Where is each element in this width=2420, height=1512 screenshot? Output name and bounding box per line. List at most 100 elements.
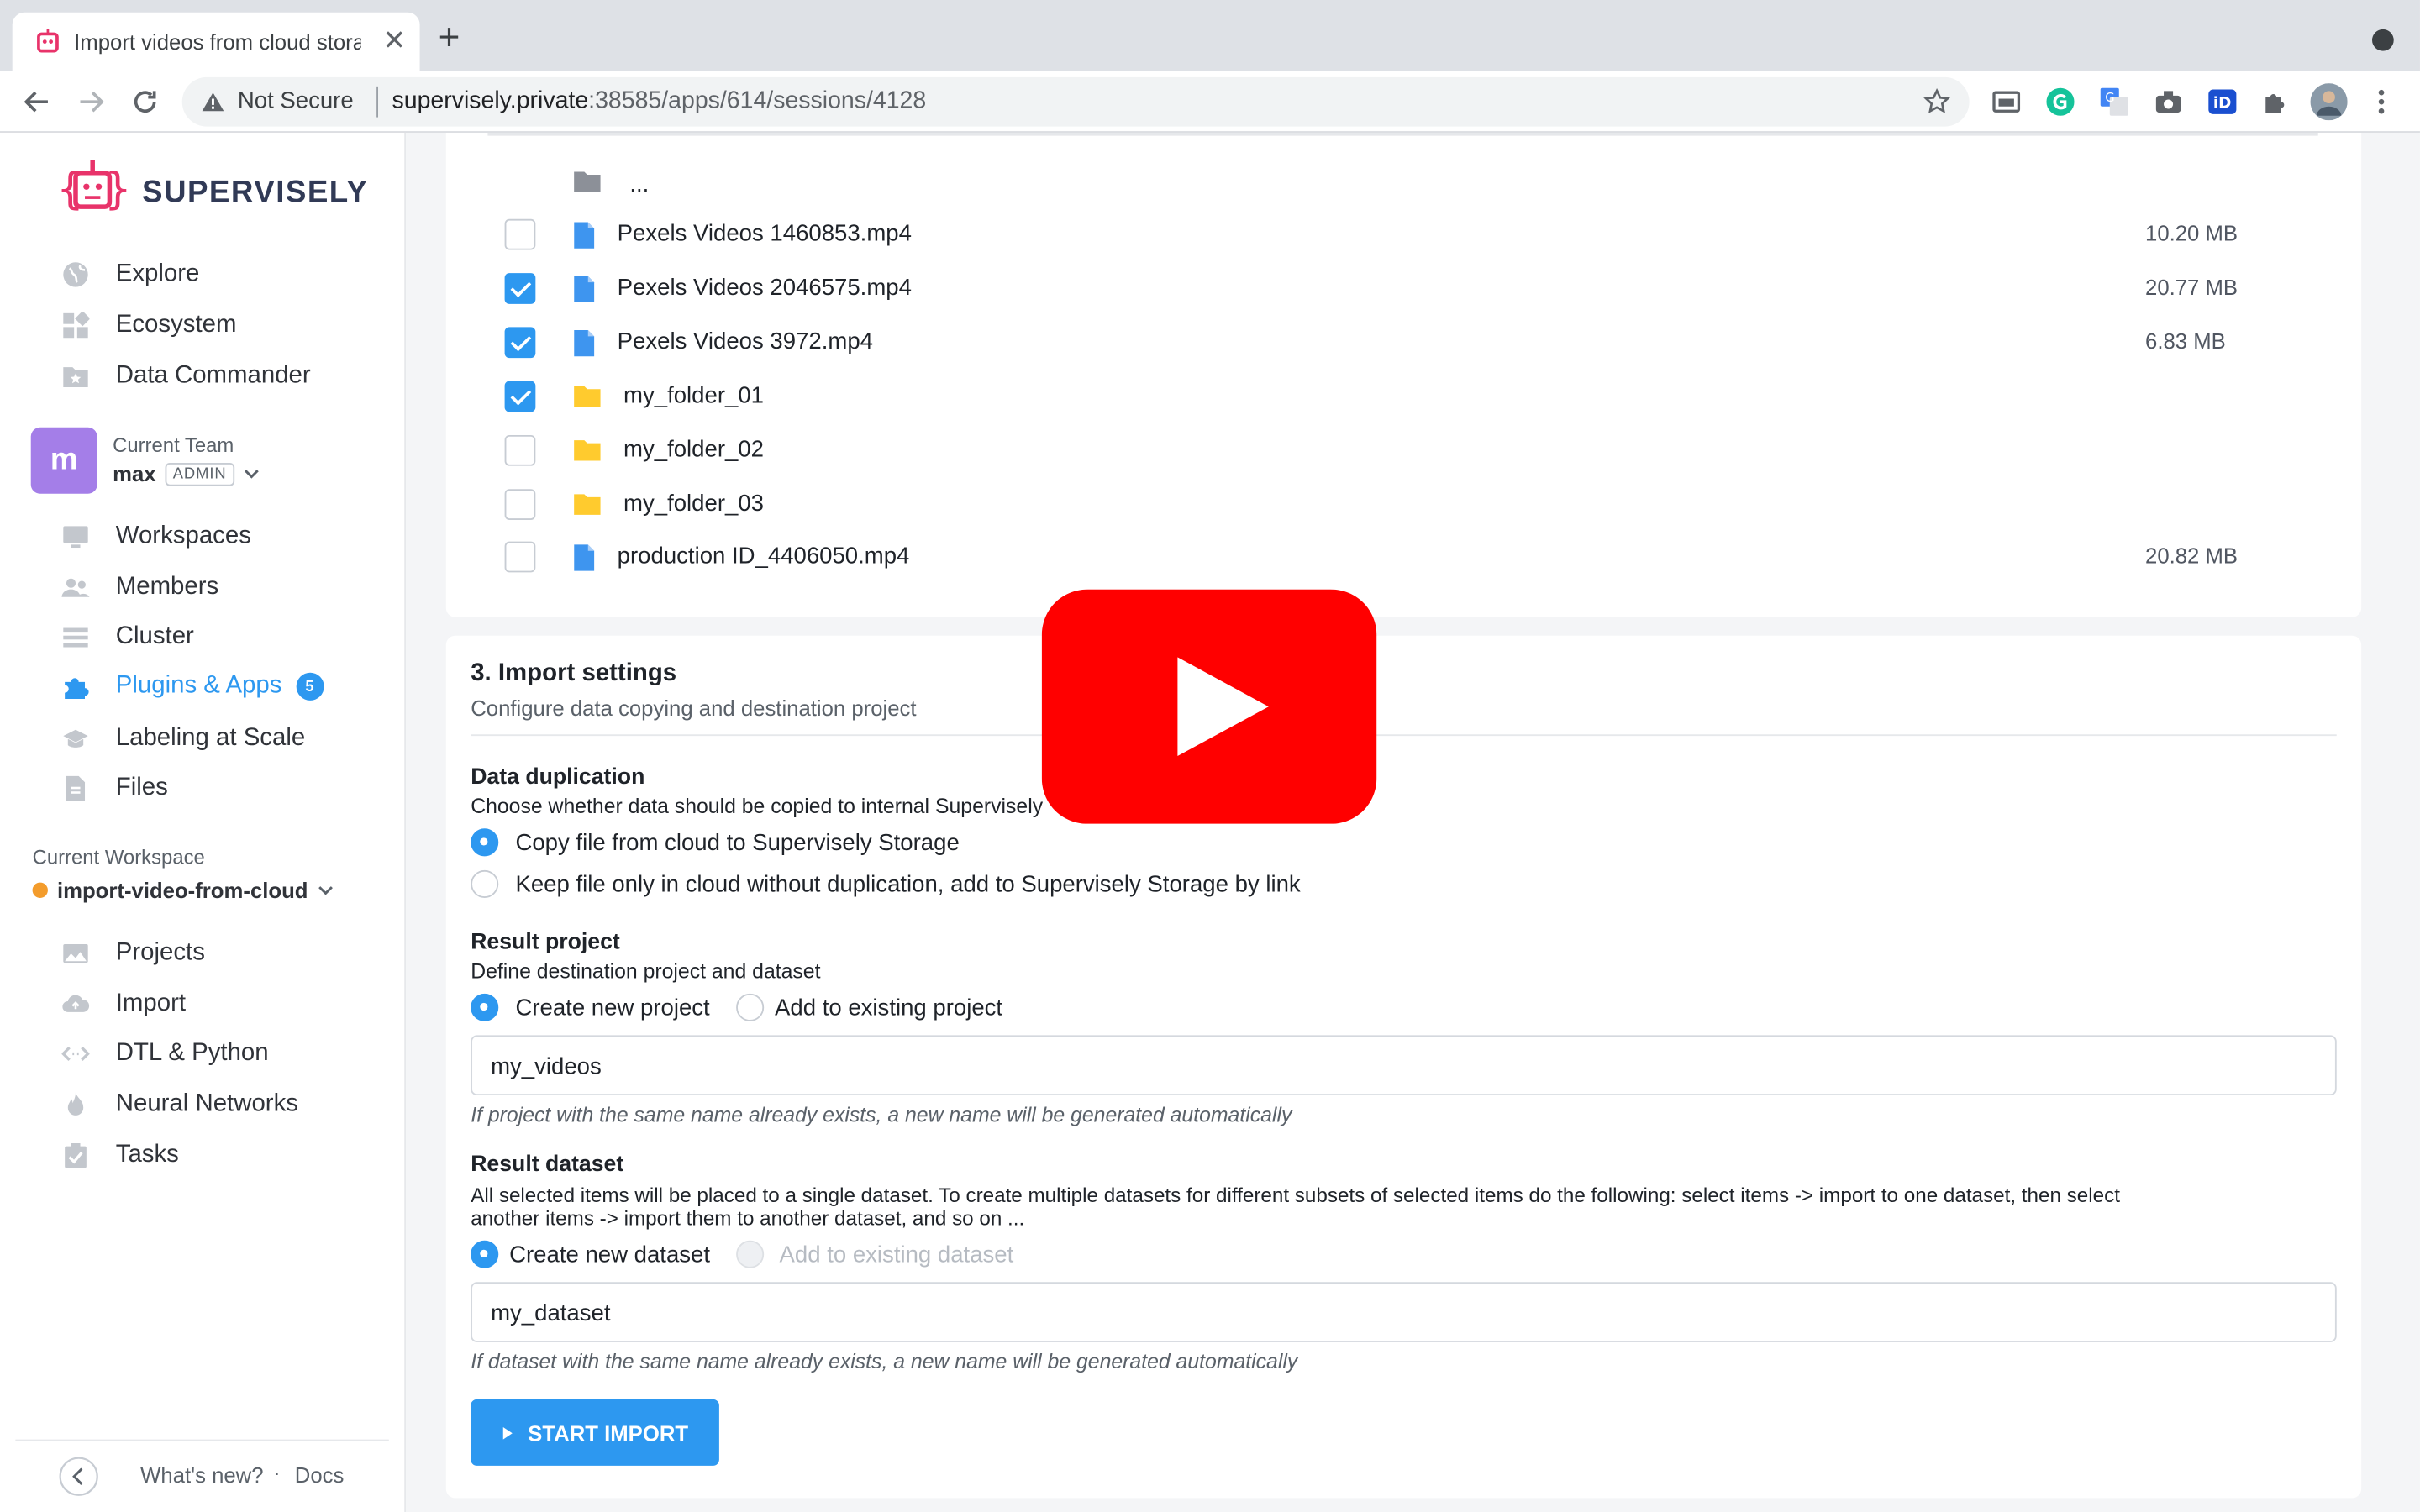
duplication-option-link[interactable]: Keep file only in cloud without duplicat… <box>471 869 1301 898</box>
supervisely-logo-icon: { } <box>57 160 128 214</box>
row-checkbox[interactable] <box>504 541 536 573</box>
tab-search-icon[interactable] <box>2372 29 2394 51</box>
puzzle-icon <box>65 678 89 700</box>
grammarly-icon[interactable] <box>2045 87 2076 118</box>
sidebar-item-projects[interactable]: Projects <box>61 935 205 972</box>
warning-triangle-icon[interactable] <box>201 91 225 113</box>
team-name: max <box>113 461 156 486</box>
supervisely-favicon-icon <box>37 29 59 53</box>
docs-link[interactable]: Docs <box>295 1462 345 1487</box>
svg-text:iD: iD <box>2213 95 2232 113</box>
collapse-sidebar-icon[interactable] <box>59 1457 99 1497</box>
forward-arrow-icon[interactable] <box>76 87 107 118</box>
row-checkbox[interactable] <box>504 434 536 466</box>
radio-label: Keep file only in cloud without duplicat… <box>515 870 1301 898</box>
sidebar-item-data-commander[interactable]: Data Commander <box>61 358 311 395</box>
sidebar-item-label: Import <box>115 990 187 1017</box>
dataset-name-input[interactable]: my_dataset <box>471 1282 2337 1342</box>
file-icon <box>574 276 595 302</box>
file-name: Pexels Videos 2046575.mp4 <box>617 274 912 302</box>
sidebar-item-tasks[interactable]: Tasks <box>61 1137 179 1174</box>
sidebar-item-label: Members <box>115 574 219 601</box>
row-checkbox[interactable] <box>504 327 536 359</box>
sidebar-item-label: Explore <box>115 260 200 287</box>
new-tab-button[interactable]: + <box>439 19 460 57</box>
chevron-down-icon <box>244 470 259 479</box>
file-size: 6.83 MB <box>2145 328 2226 354</box>
radio-button[interactable] <box>471 828 499 857</box>
sidebar-item-plugins-apps[interactable]: Plugins & Apps 5 <box>61 668 324 705</box>
browser-tab[interactable]: Import videos from cloud storage ✕ <box>12 12 420 71</box>
radio-button[interactable] <box>471 993 499 1021</box>
folder-icon <box>574 386 601 407</box>
security-label[interactable]: Not Secure <box>238 88 354 114</box>
url-text[interactable]: supervisely.private:38585/apps/614/sessi… <box>392 88 927 116</box>
sidebar-item-import[interactable]: Import <box>61 986 186 1023</box>
id-extension-icon[interactable]: iD <box>2207 87 2238 118</box>
sidebar-item-labeling-at-scale[interactable]: Labeling at Scale <box>61 721 305 758</box>
row-checkbox[interactable] <box>504 381 536 412</box>
sidebar-item-label: Cluster <box>115 623 194 650</box>
sidebar-item-members[interactable]: Members <box>61 570 218 606</box>
project-name-input[interactable]: my_videos <box>471 1035 2337 1096</box>
project-option-create[interactable]: Create new project <box>471 993 710 1021</box>
parent-folder-label: ... <box>629 171 650 198</box>
camera-icon[interactable] <box>2153 87 2184 118</box>
workspace-selector[interactable]: import-video-from-cloud <box>32 878 333 902</box>
profile-avatar-icon[interactable] <box>2310 83 2348 121</box>
footer-separator: · <box>273 1459 281 1484</box>
graduation-icon <box>63 729 88 748</box>
dataset-option-existing[interactable]: Add to existing dataset <box>736 1240 1013 1268</box>
people-icon <box>61 578 90 597</box>
tab-title: Import videos from cloud storage <box>74 29 361 55</box>
duplication-option-copy[interactable]: Copy file from cloud to Supervisely Stor… <box>471 828 960 857</box>
images-icon <box>63 944 88 963</box>
clipboard-check-icon <box>65 1142 87 1168</box>
whats-new-link[interactable]: What's new? <box>140 1462 263 1487</box>
file-size: 20.77 MB <box>2145 274 2238 300</box>
team-selector[interactable]: max ADMIN <box>113 461 259 486</box>
row-checkbox[interactable] <box>504 218 536 250</box>
youtube-play-icon[interactable] <box>1041 589 1377 824</box>
grid-icon <box>63 312 90 339</box>
sidebar-item-explore[interactable]: Explore <box>61 256 199 293</box>
dataset-hint: If dataset with the same name already ex… <box>471 1350 1298 1373</box>
radio-button[interactable] <box>471 1240 499 1268</box>
team-caption: Current Team <box>113 433 234 457</box>
radio-button[interactable] <box>736 993 765 1021</box>
browser-menu-icon[interactable] <box>2370 87 2392 118</box>
row-checkbox[interactable] <box>504 489 536 520</box>
sidebar-item-workspaces[interactable]: Workspaces <box>61 518 251 555</box>
screen-cast-icon[interactable] <box>1991 87 2022 118</box>
reload-icon[interactable] <box>129 87 160 118</box>
row-checkbox[interactable] <box>504 273 536 304</box>
team-avatar[interactable]: m <box>30 427 97 494</box>
sidebar-item-files[interactable]: Files <box>61 770 168 807</box>
svg-text:G: G <box>2105 91 2114 105</box>
dataset-heading: Result dataset <box>471 1152 624 1178</box>
radio-button[interactable] <box>736 1240 765 1268</box>
radio-label: Create new project <box>515 994 710 1021</box>
project-option-existing[interactable]: Add to existing project <box>736 993 1002 1021</box>
workspace-caption: Current Workspace <box>32 845 205 869</box>
dataset-description-line1: All selected items will be placed to a s… <box>471 1183 2120 1207</box>
sidebar-item-label: Files <box>115 774 168 801</box>
extensions-puzzle-icon[interactable] <box>2260 87 2291 118</box>
translate-icon[interactable]: G <box>2099 87 2130 118</box>
file-icon <box>574 222 595 249</box>
close-tab-icon[interactable]: ✕ <box>383 26 407 54</box>
folder-icon <box>574 171 601 192</box>
address-bar[interactable]: Not Secure supervisely.private:38585/app… <box>182 76 1970 127</box>
list-icon <box>63 627 88 648</box>
sidebar-item-dtl-python[interactable]: DTL & Python <box>61 1035 269 1072</box>
sidebar-item-neural-networks[interactable]: Neural Networks <box>61 1086 298 1123</box>
file-size: 10.20 MB <box>2145 220 2238 246</box>
start-import-button[interactable]: START IMPORT <box>471 1399 719 1466</box>
sidebar-item-ecosystem[interactable]: Ecosystem <box>61 307 236 344</box>
dataset-option-create[interactable]: Create new dataset <box>471 1240 710 1268</box>
sidebar-item-cluster[interactable]: Cluster <box>61 619 194 656</box>
back-arrow-icon[interactable] <box>22 87 53 118</box>
sidebar-item-label: Plugins & Apps <box>115 672 282 700</box>
bookmark-star-icon[interactable] <box>1923 87 1951 116</box>
radio-button[interactable] <box>471 869 499 898</box>
